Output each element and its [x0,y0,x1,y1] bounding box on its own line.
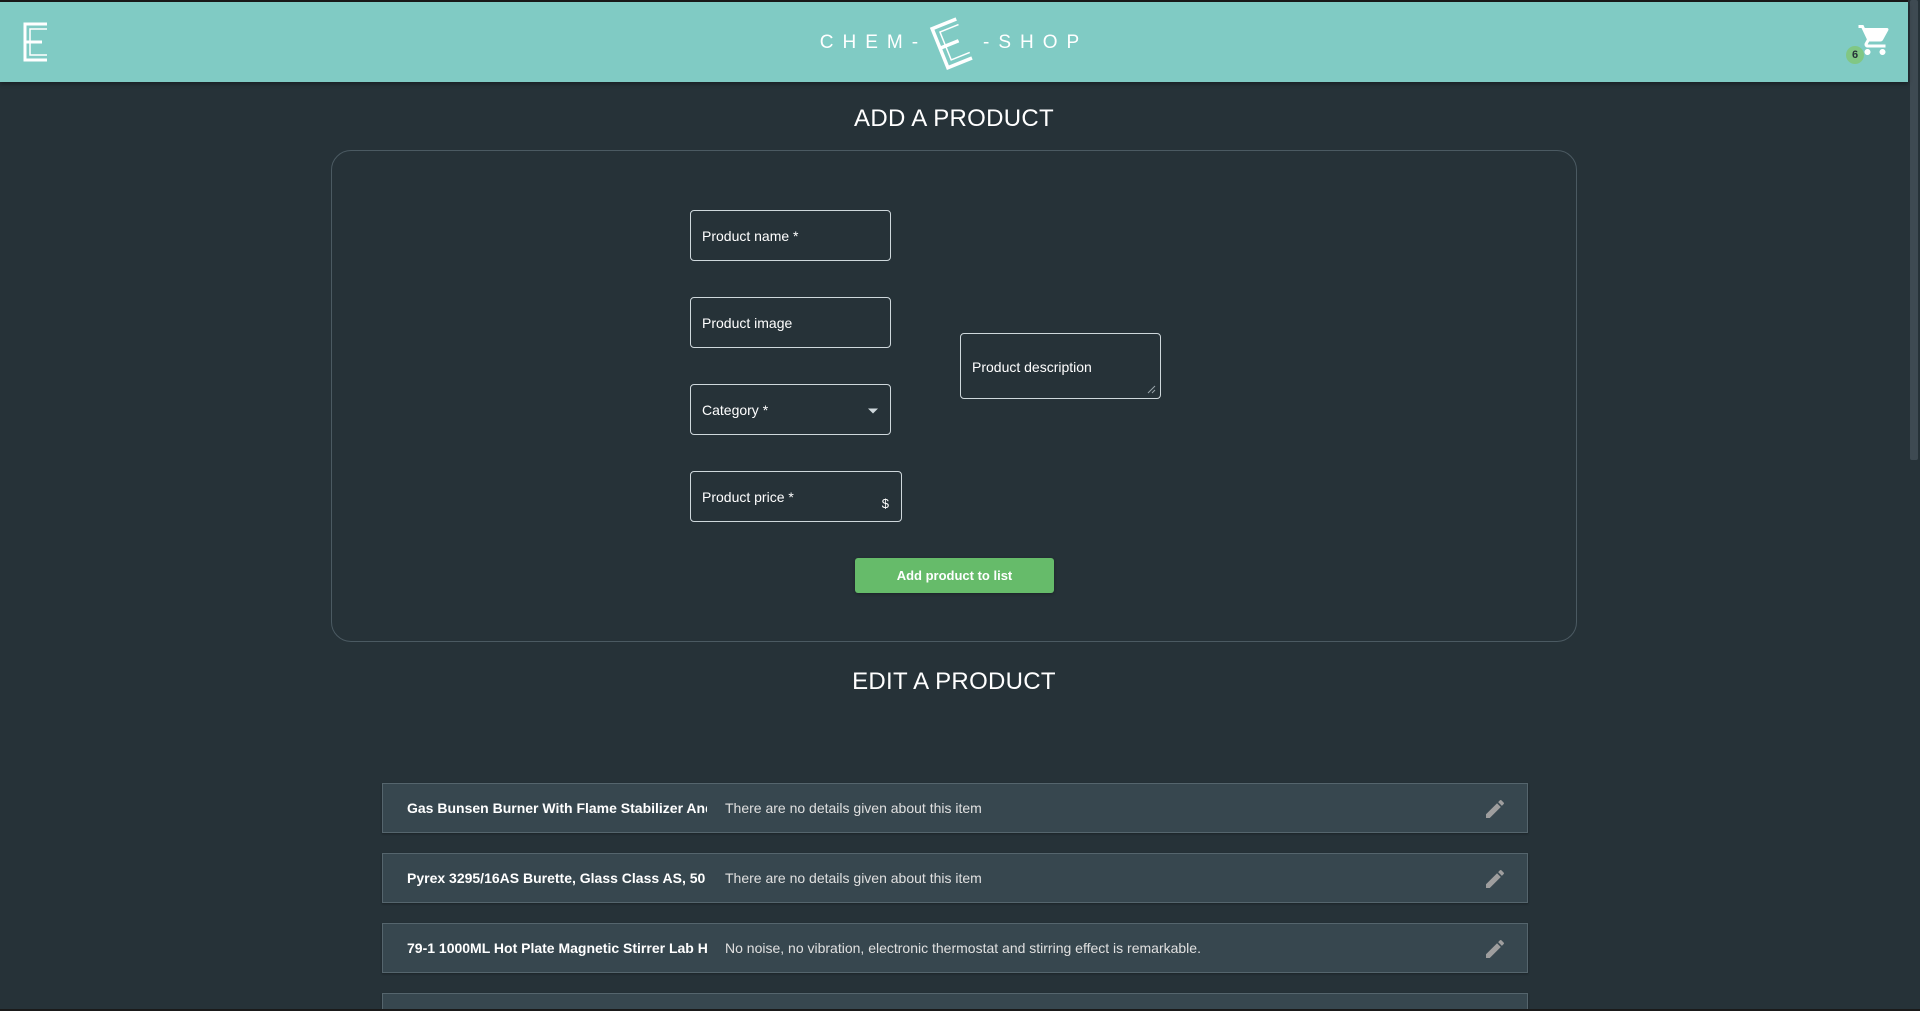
menu-logo-icon[interactable] [20,20,50,64]
product-image-field[interactable]: Product image [690,297,891,348]
add-product-button[interactable]: Add product to list [855,558,1054,593]
cart-count-badge: 6 [1846,46,1864,64]
category-label: Category * [702,401,769,418]
product-row-partial[interactable] [382,993,1528,1009]
product-row-description: There are no details given about this it… [725,800,982,816]
product-row[interactable]: Gas Bunsen Burner With Flame Stabilizer … [382,783,1528,833]
product-price-label: Product price * [702,488,794,505]
product-row-description: No noise, no vibration, electronic therm… [725,940,1201,956]
dropdown-arrow-icon [868,408,878,413]
product-description-field[interactable]: Product description [960,333,1161,399]
product-row[interactable]: 79-1 1000ML Hot Plate Magnetic Stirrer L… [382,923,1528,973]
brand-logo[interactable]: CHEM- -SHOP [808,12,1100,74]
brand-text-left: CHEM- [819,32,928,53]
edit-pencil-icon[interactable] [1483,867,1507,891]
app-header: CHEM- -SHOP 6 [0,2,1908,82]
product-description-label: Product description [972,359,1092,375]
brand-e-icon [929,17,973,70]
dollar-adornment: $ [881,496,889,511]
product-row[interactable]: Pyrex 3295/16AS Burette, Glass Class AS,… [382,853,1528,903]
resize-grip-icon[interactable] [1147,385,1156,394]
brand-text-right: -SHOP [983,32,1089,53]
product-row-name: Pyrex 3295/16AS Burette, Glass Class AS,… [407,870,706,886]
edit-product-title: EDIT A PRODUCT [852,668,1056,695]
product-price-field[interactable]: Product price * $ [690,471,902,522]
add-product-title: ADD A PRODUCT [854,105,1054,132]
product-row-name: 79-1 1000ML Hot Plate Magnetic Stirrer L… [407,940,707,956]
edit-pencil-icon[interactable] [1483,937,1507,961]
product-row-name: Gas Bunsen Burner With Flame Stabilizer … [407,800,707,816]
product-image-label: Product image [702,314,793,331]
product-name-field[interactable]: Product name * [690,210,891,261]
category-select[interactable]: Category * [690,384,891,435]
scrollbar-thumb[interactable] [1910,0,1918,460]
page-scrollbar[interactable] [1908,0,1920,1011]
edit-pencil-icon[interactable] [1483,797,1507,821]
product-name-label: Product name * [702,227,799,244]
cart-button[interactable]: 6 [1846,22,1896,66]
product-row-description: There are no details given about this it… [725,870,982,886]
